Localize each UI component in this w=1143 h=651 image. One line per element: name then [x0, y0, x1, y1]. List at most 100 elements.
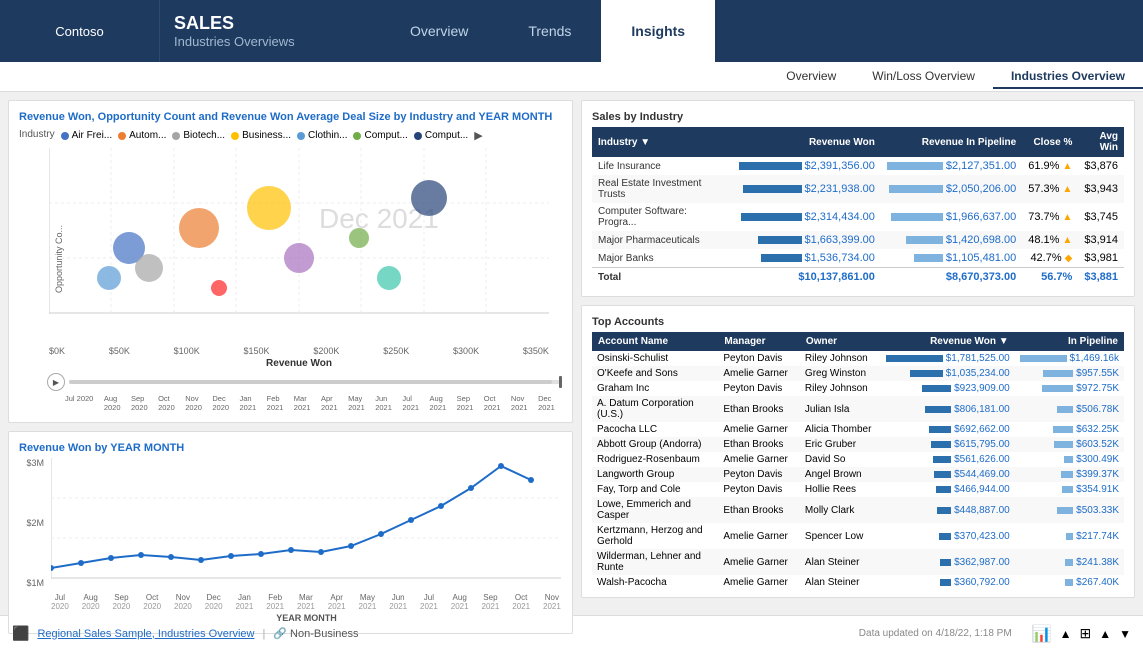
account-owner: Molly Clark [800, 497, 881, 523]
line-chart-title: Revenue Won by YEAR MONTH [19, 442, 562, 454]
nav-item-insights[interactable]: Insights [601, 0, 715, 62]
industry-row: Major Banks $1,536,734.00 $1,105,481.00 … [592, 249, 1124, 268]
subnav-industries[interactable]: Industries Overview [993, 65, 1143, 89]
nav-item-overview[interactable]: Overview [380, 0, 498, 62]
chevron-up-icon[interactable]: ▲ [1060, 627, 1072, 641]
account-revenue: $466,944.00 [881, 482, 1015, 497]
subnav: Overview Win/Loss Overview Industries Ov… [0, 62, 1143, 92]
top-accounts-title: Top Accounts [592, 316, 1124, 328]
col-close-pct[interactable]: Close % [1022, 127, 1078, 157]
account-owner: Julian Isla [800, 396, 881, 422]
col-rev-won[interactable]: Revenue Won ▼ [881, 332, 1015, 351]
account-name: Langworth Group [592, 467, 718, 482]
account-revenue: $360,792.00 [881, 575, 1015, 587]
legend-label-4: Business... [242, 130, 291, 141]
sales-by-industry-title: Sales by Industry [592, 111, 1124, 123]
account-revenue: $923,909.00 [881, 381, 1015, 396]
account-owner: Spencer Low [800, 523, 881, 549]
subnav-winloss[interactable]: Win/Loss Overview [854, 65, 993, 89]
account-row: Graham Inc Peyton Davis Riley Johnson $9… [592, 381, 1124, 396]
account-row: Abbott Group (Andorra) Ethan Brooks Eric… [592, 437, 1124, 452]
col-account-name[interactable]: Account Name [592, 332, 718, 351]
industry-name: Life Insurance [592, 157, 733, 175]
industry-avg-win: $3,745 [1078, 203, 1124, 231]
industry-pipeline: $1,420,698.00 [881, 231, 1022, 249]
account-pipeline: $1,469.16k [1015, 351, 1124, 366]
top-accounts-table: Account Name Manager Owner Revenue Won ▼… [592, 332, 1124, 587]
header-title-block: SALES Industries Overviews [160, 0, 380, 62]
account-owner: Eric Gruber [800, 437, 881, 452]
account-owner: Alan Steiner [800, 575, 881, 587]
account-manager: Amelie Garner [718, 422, 800, 437]
account-owner: Riley Johnson [800, 351, 881, 366]
account-name: Pacocha LLC [592, 422, 718, 437]
legend-dot-7 [414, 132, 422, 140]
line-chart-wrapper: $3M$2M$1M [19, 458, 562, 623]
left-panel: Revenue Won, Opportunity Count and Reven… [8, 100, 573, 607]
account-row: Kertzmann, Herzog and Gerhold Amelie Gar… [592, 523, 1124, 549]
col-pipeline[interactable]: In Pipeline [1015, 332, 1124, 351]
bubble-chart-svg: 0 100 Dec 2021 [49, 148, 569, 343]
account-owner: Angel Brown [800, 467, 881, 482]
account-name: Walsh-Pacocha [592, 575, 718, 587]
account-row: Wilderman, Lehner and Runte Amelie Garne… [592, 549, 1124, 575]
total-avg-win: $3,881 [1078, 268, 1124, 287]
account-manager: Amelie Garner [718, 452, 800, 467]
col-owner[interactable]: Owner [800, 332, 881, 351]
col-avg-win[interactable]: Avg Win [1078, 127, 1124, 157]
chart-icon[interactable]: 📊 [1032, 624, 1052, 644]
legend-label-5: Clothin... [308, 130, 347, 141]
account-row: A. Datum Corporation (U.S.) Ethan Brooks… [592, 396, 1124, 422]
account-owner: Alicia Thomber [800, 422, 881, 437]
chevron-down-icon[interactable]: ▼ [1119, 627, 1131, 641]
header-nav: Overview Trends Insights [380, 0, 1143, 62]
legend-item-6: Comput... [353, 129, 407, 142]
bubble-chart-container: Opportunity Co... 0 100 [27, 148, 562, 369]
account-owner: Greg Winston [800, 366, 881, 381]
grid-icon[interactable]: ⊞ [1079, 625, 1091, 642]
legend-more[interactable]: ▶ [474, 129, 482, 142]
header: Contoso SALES Industries Overviews Overv… [0, 0, 1143, 62]
account-owner: David So [800, 452, 881, 467]
industry-name: Real Estate Investment Trusts [592, 175, 733, 203]
accounts-scroll[interactable]: Account Name Manager Owner Revenue Won ▼… [592, 332, 1124, 587]
chart-legend: Industry Air Frei... Autom... Biotech...… [19, 129, 562, 142]
timeline-track[interactable] [69, 380, 562, 384]
industry-close-pct: 42.7% ◆ [1022, 249, 1078, 268]
sales-by-industry-table: Industry ▼ Revenue Won Revenue In Pipeli… [592, 127, 1124, 286]
legend-item-5: Clothin... [297, 129, 347, 142]
footer-icon: ⬛ [12, 625, 29, 642]
account-revenue: $362,987.00 [881, 549, 1015, 575]
col-industry[interactable]: Industry ▼ [592, 127, 733, 157]
account-pipeline: $241.38K [1015, 549, 1124, 575]
legend-dot-3 [172, 132, 180, 140]
col-manager[interactable]: Manager [718, 332, 800, 351]
account-revenue: $1,035,234.00 [881, 366, 1015, 381]
account-pipeline: $217.74K [1015, 523, 1124, 549]
play-button[interactable]: ▶ [47, 373, 65, 391]
account-pipeline: $267.40K [1015, 575, 1124, 587]
top-accounts-card: Top Accounts Account Name Manager Owner … [581, 305, 1135, 598]
chevron-up-2-icon[interactable]: ▲ [1099, 627, 1111, 641]
account-manager: Peyton Davis [718, 467, 800, 482]
footer-tag: 🔗 Non-Business [273, 627, 358, 640]
x-axis-title: Revenue Won [49, 358, 549, 369]
footer-link[interactable]: Regional Sales Sample, Industries Overvi… [37, 628, 254, 640]
timeline-labels: Jul 2020Aug2020Sep2020Oct2020Nov2020Dec2… [65, 394, 555, 412]
header-title: SALES [174, 13, 366, 34]
account-name: A. Datum Corporation (U.S.) [592, 396, 718, 422]
account-revenue: $1,781,525.00 [881, 351, 1015, 366]
account-manager: Peyton Davis [718, 381, 800, 396]
account-name: Osinski-Schulist [592, 351, 718, 366]
col-in-pipeline[interactable]: Revenue In Pipeline [881, 127, 1022, 157]
col-revenue-won[interactable]: Revenue Won [733, 127, 881, 157]
legend-label-1: Air Frei... [72, 130, 113, 141]
nav-item-trends[interactable]: Trends [498, 0, 601, 62]
industry-revenue: $2,314,434.00 [733, 203, 881, 231]
subnav-overview[interactable]: Overview [768, 65, 854, 89]
account-manager: Ethan Brooks [718, 497, 800, 523]
industry-pipeline: $1,105,481.00 [881, 249, 1022, 268]
industry-close-pct: 48.1% ▲ [1022, 231, 1078, 249]
y-axis-label: Opportunity Co... [54, 224, 64, 292]
industry-close-pct: 61.9% ▲ [1022, 157, 1078, 175]
